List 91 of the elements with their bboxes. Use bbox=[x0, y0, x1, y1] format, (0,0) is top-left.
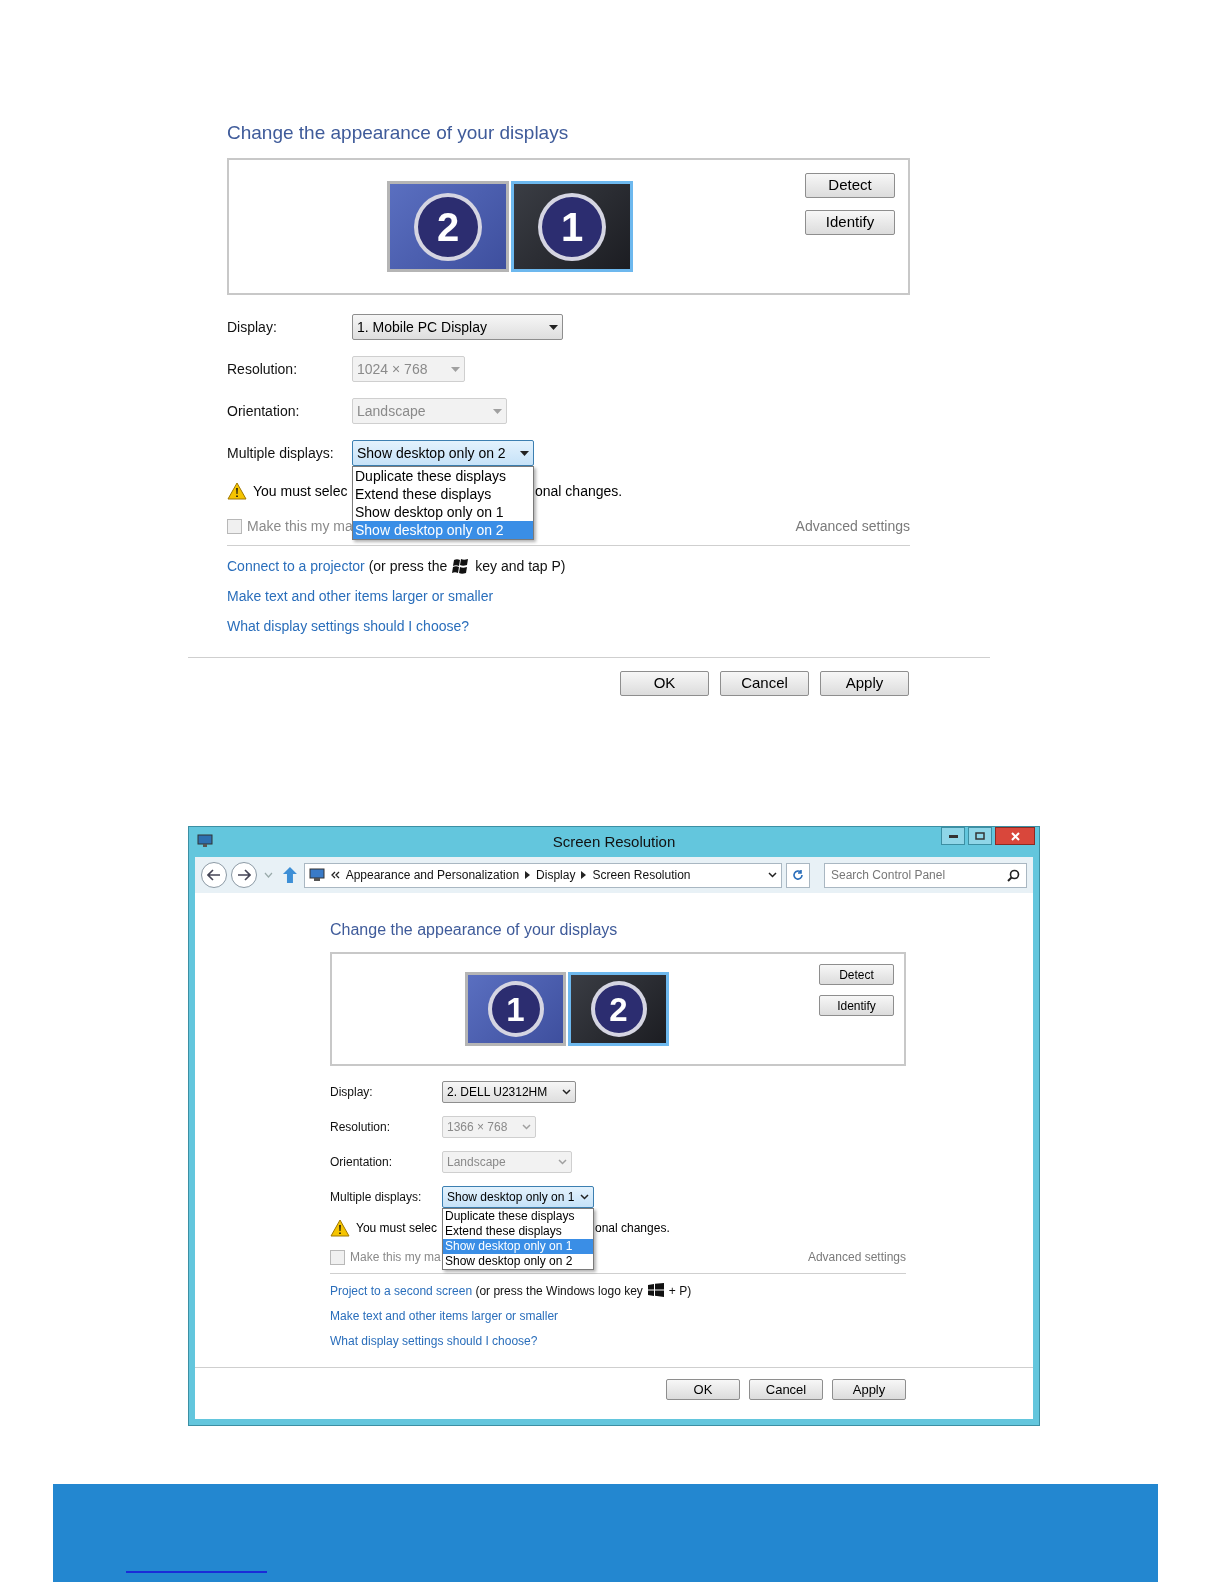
dialog-button[interactable]: OK bbox=[666, 1379, 740, 1400]
field-label: Display: bbox=[330, 1084, 374, 1101]
dropdown-option[interactable]: Duplicate these displays bbox=[353, 467, 533, 485]
control-panel-icon bbox=[308, 868, 325, 882]
breadcrumb-arrow-icon bbox=[581, 871, 587, 879]
search-icon bbox=[1007, 868, 1020, 882]
forward-arrow-icon bbox=[236, 869, 251, 881]
field-label: Resolution: bbox=[227, 359, 299, 379]
monitor-tile[interactable]: 2 bbox=[387, 181, 509, 272]
dropdown-option[interactable]: Extend these displays bbox=[353, 485, 533, 503]
monitor-number: 2 bbox=[590, 981, 647, 1037]
close-button[interactable] bbox=[995, 827, 1035, 845]
chevron-down-icon bbox=[768, 872, 778, 878]
breadcrumb[interactable]: Display bbox=[536, 866, 576, 884]
chevron-down-icon bbox=[580, 1194, 589, 1200]
monitor-tile[interactable]: 1 bbox=[511, 181, 633, 272]
warning-text: You must selec bbox=[253, 481, 348, 501]
help-sentence: Project to a second screen (or press the Windows logo key + P) bbox=[330, 1282, 693, 1300]
chevron-down-icon bbox=[522, 1124, 531, 1130]
dialog-button[interactable]: Cancel bbox=[749, 1379, 823, 1400]
maximize-button[interactable] bbox=[968, 827, 992, 845]
flag-icon bbox=[452, 558, 471, 574]
monitor-number: 1 bbox=[538, 192, 606, 261]
dialog-button[interactable]: Apply bbox=[832, 1379, 906, 1400]
window-title: Screen Resolution bbox=[552, 831, 676, 852]
up-arrow-icon bbox=[281, 866, 298, 884]
warning-text: onal changes. bbox=[595, 1220, 670, 1237]
field-label: Orientation: bbox=[330, 1154, 394, 1171]
forward-button[interactable] bbox=[230, 862, 257, 888]
dropdown-option[interactable]: Extend these displays bbox=[443, 1224, 593, 1239]
dropdown-option[interactable]: Show desktop only on 2 bbox=[443, 1254, 593, 1269]
chevron-down-icon bbox=[558, 1159, 567, 1165]
dropdown-arrow-icon bbox=[451, 366, 460, 372]
checkbox-label: Make this my ma bbox=[247, 516, 353, 536]
field-label: Multiple displays: bbox=[227, 443, 335, 463]
monitor-number: 2 bbox=[414, 192, 482, 261]
dropdown-arrow-icon bbox=[493, 408, 502, 414]
help-link[interactable]: Connect to a projector bbox=[227, 558, 365, 574]
monitor-icon bbox=[197, 834, 213, 848]
dropdown[interactable]: 2. DELL U2312HM bbox=[442, 1081, 576, 1103]
windows-logo-icon bbox=[647, 1283, 664, 1297]
monitor-tile[interactable]: 2 bbox=[568, 972, 669, 1046]
minimize-button[interactable] bbox=[941, 827, 965, 845]
address-bar[interactable]: Appearance and Personalization Display Screen Resolution bbox=[303, 862, 783, 888]
refresh-icon bbox=[792, 869, 805, 881]
monitor-number: 1 bbox=[487, 981, 544, 1037]
help-link[interactable]: Make text and other items larger or smaller bbox=[227, 588, 494, 604]
side-button[interactable]: Detect bbox=[819, 964, 894, 985]
dropdown-option[interactable]: Show desktop only on 1 bbox=[353, 503, 533, 521]
back-arrow-icon bbox=[206, 869, 221, 881]
checkbox-label: Make this my ma bbox=[350, 1249, 441, 1266]
maximize-icon bbox=[975, 832, 985, 840]
dropdown[interactable]: 1. Mobile PC Display bbox=[352, 314, 563, 340]
field-label: Orientation: bbox=[227, 401, 301, 421]
chevron-down-icon bbox=[562, 1089, 571, 1095]
help-link[interactable]: What display settings should I choose? bbox=[227, 618, 470, 634]
dropdown[interactable]: Show desktop only on 2 bbox=[352, 440, 534, 466]
help-link[interactable]: Project to a second screen bbox=[330, 1284, 473, 1298]
dialog-button[interactable]: Apply bbox=[820, 671, 909, 696]
section-heading: Change the appearance of your displays bbox=[330, 920, 619, 940]
help-link[interactable]: What display settings should I choose? bbox=[330, 1334, 538, 1348]
back-button[interactable] bbox=[201, 862, 227, 888]
dialog-button[interactable]: OK bbox=[620, 671, 709, 696]
field-label: Resolution: bbox=[330, 1119, 392, 1136]
monitor-tile[interactable]: 1 bbox=[465, 972, 566, 1046]
breadcrumb[interactable]: Appearance and Personalization bbox=[345, 866, 520, 884]
field-label: Multiple displays: bbox=[330, 1189, 423, 1206]
dropdown-option[interactable]: Duplicate these displays bbox=[443, 1209, 593, 1224]
dropdown[interactable]: Show desktop only on 1 bbox=[442, 1186, 594, 1208]
section-heading: Change the appearance of your displays bbox=[227, 121, 570, 145]
minimize-icon bbox=[948, 834, 958, 838]
dialog-button[interactable]: Cancel bbox=[720, 671, 809, 696]
double-chevron-icon bbox=[330, 871, 340, 879]
warning-icon bbox=[330, 1219, 350, 1237]
search-field[interactable]: Search Control Panel bbox=[824, 862, 1027, 888]
dropdown-arrow-icon bbox=[549, 324, 558, 330]
warning-icon bbox=[227, 482, 247, 500]
warning-text: onal changes. bbox=[535, 481, 623, 501]
side-button[interactable]: Identify bbox=[819, 995, 894, 1016]
side-button[interactable]: Identify bbox=[805, 210, 895, 235]
help-sentence: Connect to a projector (or press the key and tap P) bbox=[227, 557, 567, 576]
help-link[interactable]: Make text and other items larger or smaller bbox=[330, 1309, 559, 1323]
warning-text: You must selec bbox=[356, 1220, 437, 1237]
field-label: Display: bbox=[227, 317, 278, 337]
breadcrumb-arrow-icon bbox=[525, 871, 531, 879]
refresh-button[interactable] bbox=[786, 862, 810, 888]
side-button[interactable]: Detect bbox=[805, 173, 895, 198]
close-icon bbox=[1010, 831, 1020, 841]
dropdown-arrow-icon bbox=[520, 450, 529, 456]
breadcrumb[interactable]: Screen Resolution bbox=[592, 866, 691, 884]
recent-pages-icon bbox=[263, 872, 273, 878]
